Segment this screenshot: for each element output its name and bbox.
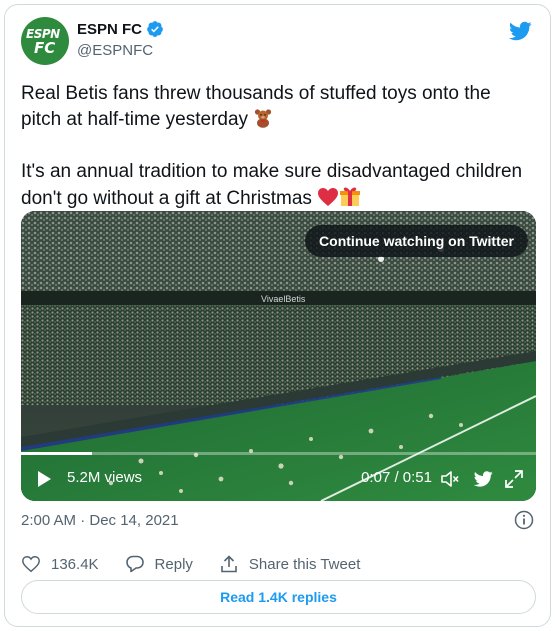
share-label: Share this Tweet	[248, 555, 361, 573]
avatar-logo-line2: FC	[34, 39, 56, 57]
volume-muted-icon[interactable]	[440, 469, 460, 489]
tweet-paragraph-2: It's an annual tradition to make sure di…	[21, 159, 536, 212]
play-icon[interactable]	[35, 470, 53, 488]
video-time: 0:07 / 0:51	[361, 469, 432, 486]
teddy-bear-icon	[255, 109, 272, 128]
like-count: 136.4K	[51, 555, 99, 573]
author-name-row[interactable]: ESPN FC	[77, 19, 164, 39]
info-icon[interactable]	[514, 510, 534, 530]
red-heart-icon	[318, 188, 339, 206]
read-replies-button[interactable]: Read 1.4K replies	[21, 580, 536, 614]
tweet-text: Real Betis fans threw thousands of stuff…	[21, 81, 536, 212]
tweet-actions: 136.4K Reply Share this Tweet	[21, 550, 386, 578]
fullscreen-icon[interactable]	[504, 469, 524, 489]
reply-label: Reply	[154, 555, 193, 573]
heart-icon	[22, 555, 40, 573]
reply-bubble-icon	[125, 555, 144, 573]
author-handle[interactable]: @ESPNFC	[77, 42, 153, 59]
video-controls: 5.2M views 0:07 / 0:51	[21, 457, 536, 501]
verified-badge-icon	[147, 21, 163, 37]
tweet-paragraph-1: Real Betis fans threw thousands of stuff…	[21, 81, 536, 133]
video-progress-bar[interactable]	[21, 452, 536, 455]
reply-button[interactable]: Reply	[125, 554, 193, 574]
tweet-timestamp[interactable]: 2:00 AM · Dec 14, 2021	[21, 512, 179, 529]
share-upload-icon	[221, 555, 237, 573]
avatar-logo: ESPN FC	[21, 17, 69, 65]
tweet-paragraph-2-text: It's an annual tradition to make sure di…	[21, 161, 523, 209]
tweet-card: ESPN FC ESPN FC @ESPNFC Real Betis fans …	[4, 4, 551, 627]
avatar[interactable]: ESPN FC	[21, 17, 69, 65]
svg-text:VivaelBetis: VivaelBetis	[261, 294, 306, 304]
view-count: 5.2M views	[67, 469, 143, 486]
like-button[interactable]: 136.4K	[21, 554, 99, 574]
twitter-bird-icon[interactable]	[473, 469, 493, 489]
video-progress-fill	[21, 452, 92, 455]
share-button[interactable]: Share this Tweet	[219, 554, 360, 574]
video-player[interactable]: VivaelBetis Continue watching on Twitter	[21, 211, 536, 501]
author-name[interactable]: ESPN FC	[77, 21, 142, 38]
wrapped-gift-icon	[340, 187, 361, 206]
continue-watching-button[interactable]: Continue watching on Twitter	[305, 225, 528, 257]
twitter-bird-icon[interactable]	[508, 19, 532, 43]
